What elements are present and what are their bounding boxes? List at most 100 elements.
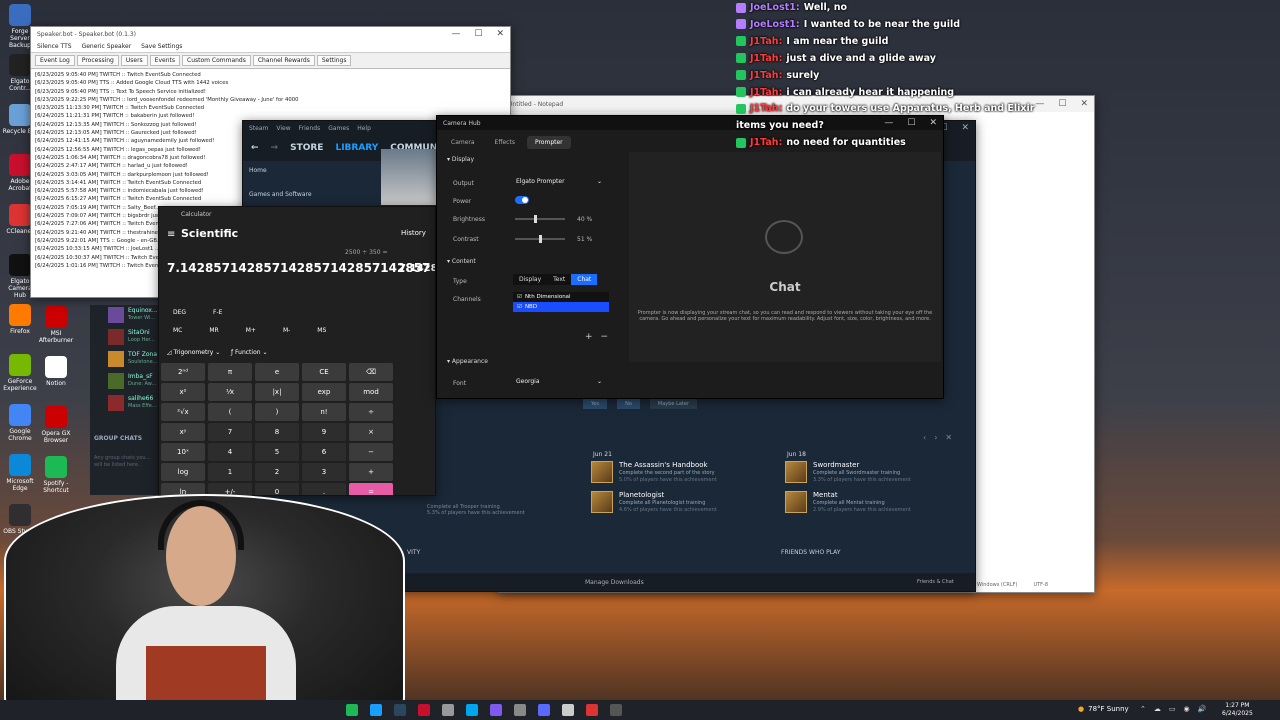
speakerbot-menu-item[interactable]: Save Settings — [141, 43, 182, 50]
taskbar-app-icon[interactable] — [490, 704, 502, 716]
calc-key[interactable]: 6 — [302, 443, 346, 461]
taskbar-app-icon[interactable] — [346, 704, 358, 716]
steam-menu-item[interactable]: Friends — [299, 125, 321, 132]
friend-row[interactable]: SitaOni Loop Her... — [90, 327, 160, 349]
brightness-slider[interactable] — [515, 215, 565, 223]
type-option[interactable]: Text — [547, 274, 571, 285]
calc-key[interactable]: log — [161, 463, 205, 481]
calc-key[interactable]: × — [349, 423, 393, 441]
notepad-controls[interactable]: — ☐ ✕ — [1035, 99, 1088, 109]
taskbar-app-icon[interactable] — [466, 704, 478, 716]
friend-row[interactable]: Imba_sF Dune: Aw... — [90, 371, 160, 393]
checkbox-icon[interactable]: ☑ — [517, 304, 522, 310]
contrast-slider[interactable] — [515, 235, 565, 243]
calc-key[interactable]: − — [349, 443, 393, 461]
speakerbot-tab[interactable]: Users — [120, 55, 148, 66]
channel-add-remove[interactable]: + − — [585, 332, 608, 342]
calc-key[interactable]: 9 — [302, 423, 346, 441]
desktop-icon[interactable]: MSI Afterburner — [38, 306, 74, 344]
calc-key[interactable]: 8 — [255, 423, 299, 441]
calc-key[interactable]: n! — [302, 403, 346, 421]
steam-menu-item[interactable]: View — [276, 125, 290, 132]
appearance-section[interactable]: ▾ Appearance — [447, 358, 488, 365]
calc-key[interactable]: x² — [161, 383, 205, 401]
calc-key[interactable]: 5 — [255, 443, 299, 461]
memory-button[interactable]: MC — [173, 327, 182, 334]
calc-key[interactable]: ²√x — [161, 403, 205, 421]
output-select[interactable]: Elgato Prompter ⌄ — [511, 175, 607, 188]
desktop-icon[interactable]: Google Chrome — [2, 404, 38, 442]
memory-button[interactable]: M- — [283, 327, 290, 334]
calc-key[interactable]: ÷ — [349, 403, 393, 421]
ach-nav-icons[interactable]: ‹ › ✕ — [923, 433, 952, 442]
clock[interactable]: 1:27 PM 6/24/2025 — [1222, 702, 1253, 718]
memory-button[interactable]: M+ — [246, 327, 256, 334]
power-toggle[interactable] — [515, 196, 529, 204]
speakerbot-tab[interactable]: Processing — [76, 55, 119, 66]
calc-key[interactable]: 2 — [255, 463, 299, 481]
speakerbot-menu-item[interactable]: Generic Speaker — [82, 43, 132, 50]
checkbox-icon[interactable]: ☑ — [517, 294, 522, 300]
steam-menu-item[interactable]: Steam — [249, 125, 268, 132]
calc-key[interactable]: 0 — [255, 483, 299, 495]
calc-key[interactable]: 1 — [208, 463, 252, 481]
calc-key[interactable]: ⅟x — [208, 383, 252, 401]
calc-key[interactable]: 7 — [208, 423, 252, 441]
calc-key[interactable]: = — [349, 483, 393, 495]
type-option[interactable]: Display — [513, 274, 547, 285]
manage-downloads[interactable]: Manage Downloads — [585, 579, 644, 586]
calc-key[interactable]: |x| — [255, 383, 299, 401]
steam-menu-item[interactable]: Games — [328, 125, 349, 132]
yes-button[interactable]: Yes — [583, 399, 608, 409]
desktop-icon[interactable]: Microsoft Edge — [2, 454, 38, 492]
history-tab[interactable]: History — [401, 229, 426, 237]
maybe-later-button[interactable]: Maybe Later — [649, 399, 698, 409]
brightness-thumb[interactable] — [533, 215, 537, 223]
font-select[interactable]: Georgia ⌄ — [511, 375, 607, 388]
weather-widget[interactable]: ● 78°F Sunny — [1078, 705, 1129, 713]
memory-button[interactable]: MS — [317, 327, 326, 334]
friend-row[interactable]: salihe66 Mass Effe... — [90, 393, 160, 415]
steam-menu-item[interactable]: Help — [357, 125, 371, 132]
taskbar-app-icon[interactable] — [442, 704, 454, 716]
steam-home[interactable]: Home — [249, 167, 267, 174]
calc-key[interactable]: CE — [302, 363, 346, 381]
camerahub-tab[interactable]: Prompter — [526, 136, 571, 149]
camerahub-tab[interactable]: Camera — [443, 136, 483, 149]
calc-key[interactable]: ⌫ — [349, 363, 393, 381]
menu-icon[interactable]: ≡ — [167, 229, 175, 240]
display-section[interactable]: ▾ Display — [447, 156, 474, 163]
type-option[interactable]: Chat — [571, 274, 598, 285]
taskbar-app-icon[interactable] — [394, 704, 406, 716]
channel-item[interactable]: ☑ NBD — [513, 302, 609, 312]
steam-filter[interactable]: Games and Software — [249, 191, 312, 198]
calc-key[interactable]: ) — [255, 403, 299, 421]
calc-key[interactable]: 4 — [208, 443, 252, 461]
desktop-icon[interactable]: Notion — [38, 356, 74, 387]
memory-button[interactable]: MR — [209, 327, 218, 334]
steam-nav-item[interactable]: STORE — [290, 143, 323, 153]
calc-key[interactable]: 3 — [302, 463, 346, 481]
speakerbot-tab[interactable]: Settings — [316, 55, 352, 66]
calc-key[interactable]: mod — [349, 383, 393, 401]
speakerbot-tab[interactable]: Channel Rewards — [252, 55, 315, 66]
taskbar-app-icon[interactable] — [370, 704, 382, 716]
camerahub-controls[interactable]: — ☐ ✕ — [884, 118, 937, 128]
tray-icons[interactable]: ⌃ ☁ ▭ ◉ 🔊 — [1140, 705, 1206, 713]
friend-row[interactable]: Equinox... Tower Wi... — [90, 305, 160, 327]
steam-nav-item[interactable]: LIBRARY — [335, 143, 378, 153]
calc-key[interactable]: 2ⁿᵈ — [161, 363, 205, 381]
fe-button[interactable]: F-E — [213, 309, 222, 316]
calc-key[interactable]: . — [302, 483, 346, 495]
desktop-icon[interactable]: Opera GX Browser — [38, 406, 74, 444]
forward-arrow-icon[interactable]: → — [271, 143, 279, 153]
speakerbot-tab[interactable]: Custom Commands — [182, 55, 251, 66]
camerahub-tab[interactable]: Effects — [487, 136, 523, 149]
desktop-icon[interactable]: GeForce Experience — [2, 354, 38, 392]
calc-key[interactable]: e — [255, 363, 299, 381]
calc-key[interactable]: 10ˣ — [161, 443, 205, 461]
speakerbot-menu-item[interactable]: Silence TTS — [37, 43, 72, 50]
desktop-icon[interactable]: Spotify - Shortcut — [38, 456, 74, 494]
speakerbot-controls[interactable]: — ☐ ✕ — [451, 29, 504, 39]
calc-key[interactable]: xʸ — [161, 423, 205, 441]
